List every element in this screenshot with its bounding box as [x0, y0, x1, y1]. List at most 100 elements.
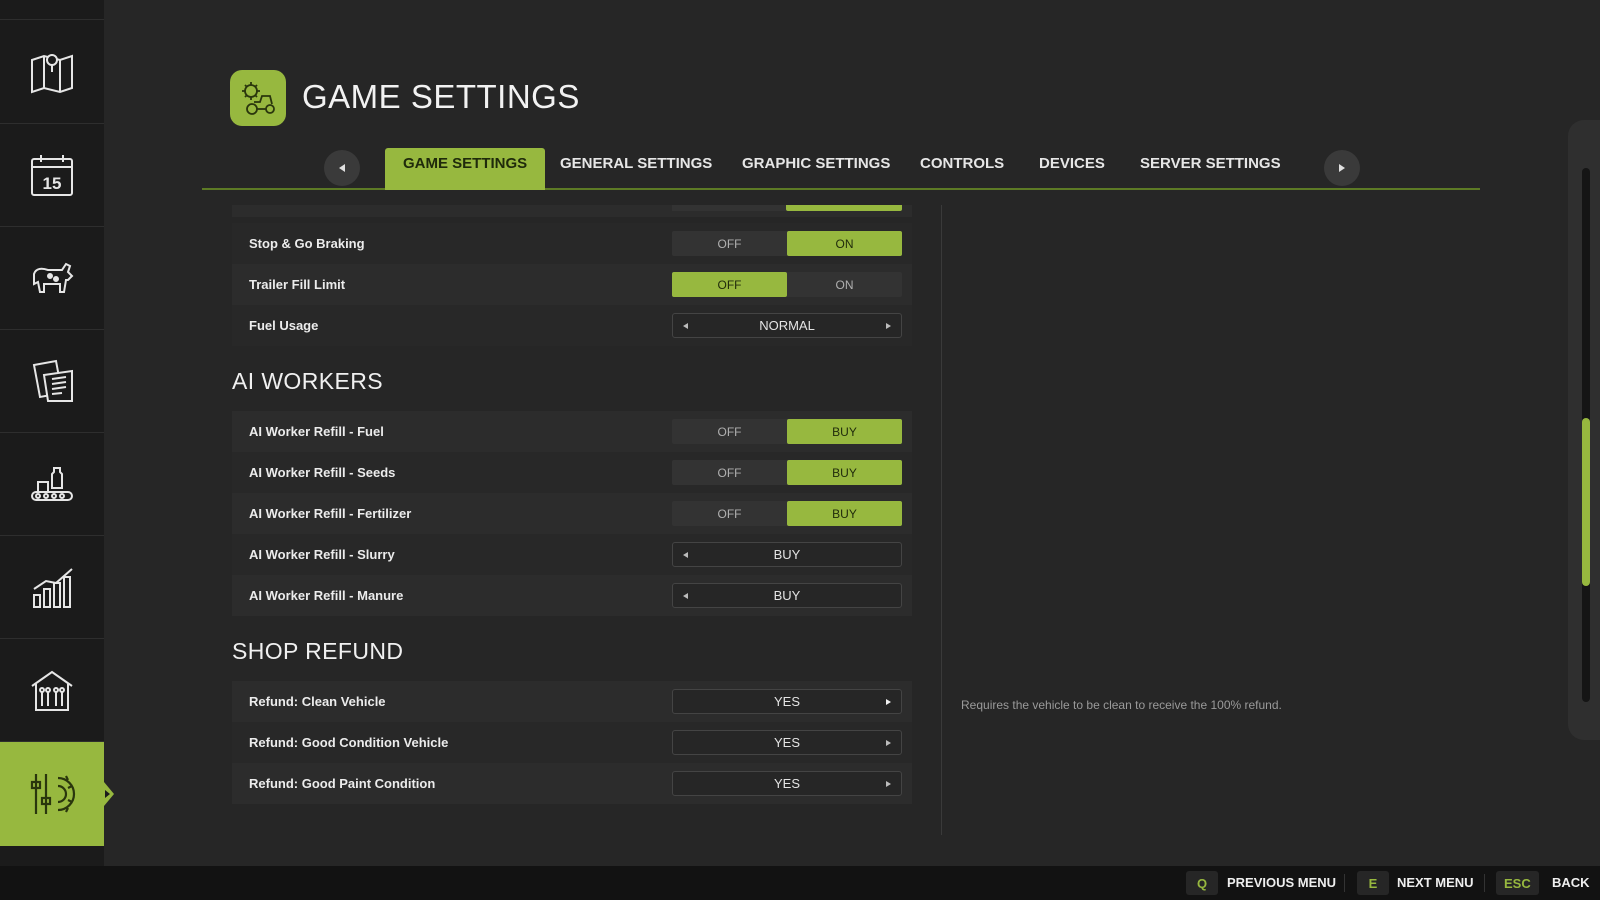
refund-clean-vehicle-selector[interactable]: YES	[672, 689, 902, 714]
tab-general-settings[interactable]: GENERAL SETTINGS	[542, 148, 730, 190]
trailer-fill-limit-toggle[interactable]: OFF ON	[672, 272, 902, 297]
refund-good-paint-selector[interactable]: YES	[672, 771, 902, 796]
previous-menu-button[interactable]: PREVIOUS MENU	[1227, 875, 1336, 890]
selector-value: NORMAL	[759, 318, 815, 333]
footer-bar: Q PREVIOUS MENU E NEXT MENU ESC BACK	[0, 866, 1600, 900]
scrollbar-thumb[interactable]	[1582, 418, 1590, 586]
contracts-icon	[32, 359, 73, 402]
page-title: GAME SETTINGS	[302, 78, 580, 115]
toggle-option-buy[interactable]: BUY	[787, 501, 902, 526]
settings-sliders-icon	[30, 774, 76, 814]
setting-row-ai-refill-manure: AI Worker Refill - Manure BUY	[232, 575, 912, 616]
next-menu-button[interactable]: NEXT MENU	[1397, 875, 1474, 890]
setting-row-ai-refill-fuel: AI Worker Refill - Fuel OFF BUY	[232, 411, 912, 452]
setting-row-fuel-usage: Fuel Usage NORMAL	[232, 305, 912, 346]
toggle-option-off[interactable]: OFF	[672, 460, 787, 485]
setting-label: Trailer Fill Limit	[249, 277, 346, 292]
ai-refill-slurry-selector[interactable]: BUY	[672, 542, 902, 567]
partial-toggle-off	[672, 205, 786, 211]
toggle-option-off[interactable]: OFF	[672, 419, 787, 444]
key-hint-q: Q	[1186, 871, 1218, 895]
sidebar-item-production[interactable]	[0, 433, 104, 536]
tab-bar: GAME SETTINGS GENERAL SETTINGS GRAPHIC S…	[202, 146, 1480, 190]
statistics-icon	[33, 568, 73, 608]
selector-value: BUY	[773, 588, 801, 603]
key-hint-e: E	[1357, 871, 1389, 895]
setting-row-refund-clean-vehicle[interactable]: Refund: Clean Vehicle YES	[232, 681, 912, 722]
arrow-left-icon[interactable]	[683, 593, 688, 599]
tab-server-settings[interactable]: SERVER SETTINGS	[1122, 148, 1299, 190]
setting-label: Fuel Usage	[249, 318, 319, 333]
tab-game-settings[interactable]: GAME SETTINGS	[385, 148, 546, 190]
ai-refill-fuel-toggle[interactable]: OFF BUY	[672, 419, 902, 444]
map-icon	[31, 54, 73, 94]
arrow-right-icon[interactable]	[886, 323, 891, 329]
toggle-option-off[interactable]: OFF	[672, 231, 787, 256]
section-title-shop-refund: SHOP REFUND	[232, 638, 404, 664]
panel-divider	[941, 205, 942, 835]
setting-label: Refund: Clean Vehicle	[249, 694, 386, 709]
settings-list: Stop & Go Braking OFF ON Trailer Fill Li…	[232, 205, 912, 838]
toggle-option-on[interactable]: ON	[787, 231, 902, 256]
setting-description: Requires the vehicle to be clean to rece…	[961, 698, 1282, 712]
partial-row-cut-off	[232, 205, 912, 217]
selector-value: YES	[773, 776, 800, 791]
sidebar-item-map[interactable]	[0, 21, 104, 124]
footer-separator	[1344, 874, 1345, 892]
arrow-left-icon[interactable]	[683, 323, 688, 329]
sidebar-item-farm[interactable]	[0, 639, 104, 742]
chevron-right-icon	[1339, 164, 1345, 172]
selector-value: BUY	[773, 547, 801, 562]
calendar-icon: 15	[31, 155, 73, 196]
toggle-option-buy[interactable]: BUY	[787, 419, 902, 444]
setting-label: AI Worker Refill - Manure	[249, 588, 404, 603]
game-settings-icon	[230, 70, 286, 126]
arrow-left-icon[interactable]	[683, 552, 688, 558]
back-button[interactable]: BACK	[1552, 875, 1590, 890]
setting-label: AI Worker Refill - Seeds	[249, 465, 396, 480]
setting-row-refund-good-condition: Refund: Good Condition Vehicle YES	[232, 722, 912, 763]
tab-prev-button[interactable]	[324, 150, 360, 186]
sidebar-item-settings[interactable]	[0, 742, 114, 846]
setting-row-trailer-fill-limit: Trailer Fill Limit OFF ON	[232, 264, 912, 305]
setting-label: Refund: Good Paint Condition	[249, 776, 436, 791]
toggle-option-on[interactable]: ON	[787, 272, 902, 297]
ai-refill-fertilizer-toggle[interactable]: OFF BUY	[672, 501, 902, 526]
section-title-ai-workers: AI WORKERS	[232, 368, 383, 394]
tab-devices[interactable]: DEVICES	[1021, 148, 1123, 190]
sidebar-item-contracts[interactable]	[0, 330, 104, 433]
setting-label: Refund: Good Condition Vehicle	[249, 735, 449, 750]
tab-graphic-settings[interactable]: GRAPHIC SETTINGS	[724, 148, 908, 190]
setting-row-ai-refill-seeds: AI Worker Refill - Seeds OFF BUY	[232, 452, 912, 493]
main-sidebar: 15	[0, 0, 114, 866]
active-indicator-dot	[105, 790, 110, 798]
partial-toggle-on	[786, 205, 902, 211]
ai-refill-seeds-toggle[interactable]: OFF BUY	[672, 460, 902, 485]
refund-good-condition-selector[interactable]: YES	[672, 730, 902, 755]
sidebar-top-strip	[0, 0, 104, 20]
tab-next-button[interactable]	[1324, 150, 1360, 186]
setting-row-ai-refill-fertilizer: AI Worker Refill - Fertilizer OFF BUY	[232, 493, 912, 534]
sidebar-item-statistics[interactable]	[0, 536, 104, 639]
setting-row-stop-go-braking: Stop & Go Braking OFF ON	[232, 223, 912, 264]
sidebar-item-animals[interactable]	[0, 227, 104, 330]
sidebar-item-calendar[interactable]: 15	[0, 124, 104, 227]
setting-row-refund-good-paint: Refund: Good Paint Condition YES	[232, 763, 912, 804]
ai-refill-manure-selector[interactable]: BUY	[672, 583, 902, 608]
arrow-right-icon[interactable]	[886, 699, 891, 705]
fuel-usage-selector[interactable]: NORMAL	[672, 313, 902, 338]
toggle-option-off[interactable]: OFF	[672, 272, 787, 297]
farm-building-icon	[31, 670, 73, 711]
calendar-day: 15	[43, 174, 62, 193]
toggle-option-off[interactable]: OFF	[672, 501, 787, 526]
arrow-right-icon[interactable]	[886, 740, 891, 746]
game-settings-screen: 15 GAME SETTINGS GAME SETTINGS GENERAL S…	[0, 0, 1600, 900]
toggle-option-buy[interactable]: BUY	[787, 460, 902, 485]
key-hint-esc: ESC	[1496, 871, 1539, 895]
tab-controls[interactable]: CONTROLS	[902, 148, 1022, 190]
stop-go-braking-toggle[interactable]: OFF ON	[672, 231, 902, 256]
production-icon	[31, 467, 73, 501]
setting-label: AI Worker Refill - Fertilizer	[249, 506, 412, 521]
arrow-right-icon[interactable]	[886, 781, 891, 787]
selector-value: YES	[773, 735, 800, 750]
